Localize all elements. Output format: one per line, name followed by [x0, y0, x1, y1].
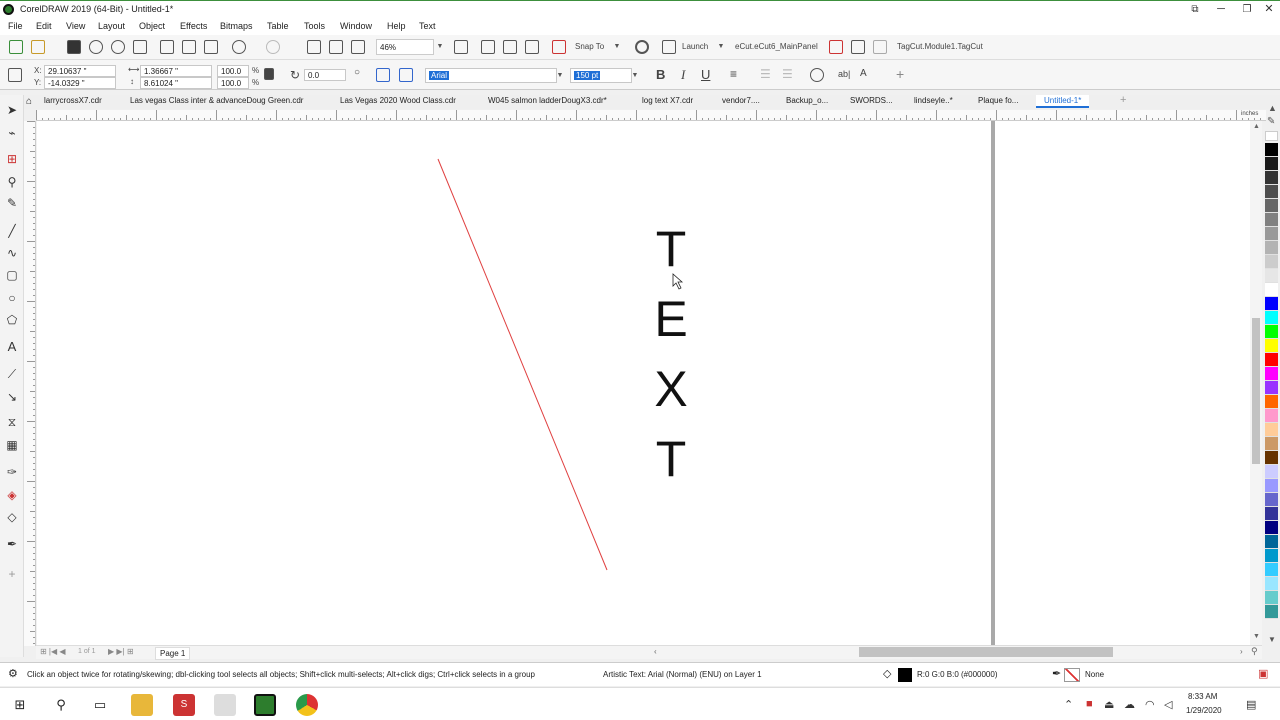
page-first-icon[interactable]: ⊞ |◀ ◀: [40, 647, 66, 656]
palette-swatch[interactable]: [1265, 199, 1278, 213]
palette-swatch[interactable]: [1265, 311, 1278, 325]
palette-swatch[interactable]: [1265, 507, 1278, 521]
outline-pen-icon: ✒: [1052, 668, 1062, 680]
palette-swatch[interactable]: [1265, 535, 1278, 549]
canvas-drawing-layer: [437, 158, 684, 571]
palette-swatch[interactable]: [1265, 283, 1278, 297]
usb-icon[interactable]: ⏏: [1104, 698, 1114, 711]
clock-time[interactable]: 8:33 AM: [1188, 692, 1217, 701]
palette-swatch[interactable]: [1265, 549, 1278, 563]
palette-swatch[interactable]: [1265, 451, 1278, 465]
object-info: Artistic Text: Arial (Normal) (ENU) on L…: [603, 670, 762, 679]
gear-icon[interactable]: ⚙: [8, 667, 18, 680]
palette-swatch[interactable]: [1265, 493, 1278, 507]
color-proof-icon[interactable]: ▣: [1258, 667, 1268, 680]
coreldraw-taskbar-icon[interactable]: [254, 694, 276, 716]
page-tab[interactable]: Page 1: [155, 647, 191, 660]
scroll-up-icon[interactable]: ▲: [1253, 123, 1260, 130]
palette-swatch[interactable]: [1265, 297, 1278, 311]
page-border-right: [991, 121, 995, 645]
palette-swatch[interactable]: [1265, 213, 1278, 227]
palette-swatch[interactable]: [1265, 269, 1278, 283]
fill-color-swatch[interactable]: [898, 668, 912, 682]
color-eyedropper-icon[interactable]: ✎: [1267, 116, 1275, 127]
navigator-icon[interactable]: ⚲: [1251, 646, 1258, 657]
palette-swatch[interactable]: [1265, 605, 1278, 619]
palette-swatch[interactable]: [1265, 367, 1278, 381]
notifications-icon[interactable]: ▤: [1246, 698, 1256, 711]
tray-app-icon[interactable]: ■: [1086, 698, 1093, 710]
page-last-icon[interactable]: ▶ ▶| ⊞: [108, 647, 134, 656]
red-diagonal-line[interactable]: [437, 158, 608, 571]
scroll-left-icon[interactable]: ‹: [654, 647, 657, 656]
palette-swatch[interactable]: [1265, 227, 1278, 241]
palette-swatch[interactable]: [1265, 157, 1278, 171]
palette-swatch[interactable]: [1265, 521, 1278, 535]
palette-swatch[interactable]: [1265, 577, 1278, 591]
palette-swatch[interactable]: [1265, 423, 1278, 437]
palette-swatch[interactable]: [1265, 241, 1278, 255]
palette-swatch[interactable]: [1265, 381, 1278, 395]
palette-swatch[interactable]: [1265, 171, 1278, 185]
volume-icon[interactable]: ◁: [1164, 698, 1172, 711]
palette-swatch[interactable]: [1265, 465, 1278, 479]
palette-swatch[interactable]: [1265, 591, 1278, 605]
file-explorer-icon[interactable]: [131, 694, 153, 716]
chrome-icon[interactable]: [296, 694, 318, 716]
color-palette: [1265, 143, 1278, 633]
palette-swatch[interactable]: [1265, 325, 1278, 339]
windows-start-icon[interactable]: ⊞: [9, 694, 31, 716]
page-counter: 1 of 1: [78, 648, 96, 655]
wifi-icon[interactable]: ◠: [1145, 698, 1155, 711]
palette-swatch[interactable]: [1265, 255, 1278, 269]
palette-swatch[interactable]: [1265, 143, 1278, 157]
artistic-text-letter[interactable]: T: [641, 430, 701, 488]
palette-swatch[interactable]: [1265, 563, 1278, 577]
fill-icon: ◇: [883, 668, 892, 680]
palette-swatch[interactable]: [1265, 395, 1278, 409]
clock-date[interactable]: 1/29/2020: [1186, 706, 1222, 715]
show-hidden-icons-icon[interactable]: ⌃: [1064, 698, 1073, 711]
app-icon[interactable]: [214, 694, 236, 716]
onedrive-icon[interactable]: ☁: [1124, 698, 1135, 711]
artistic-text-letter[interactable]: E: [641, 290, 701, 348]
app-icon[interactable]: S: [173, 694, 195, 716]
windows-taskbar: ⊞ ⚲ ▭ S ⌃ ■ ⏏ ☁ ◠ ◁ 8:33 AM 1/29/2020 ▤: [0, 687, 1280, 720]
palette-swatch[interactable]: [1265, 409, 1278, 423]
coreldraw-window: CorelDRAW 2019 (64-Bit) - Untitled-1* ⧉ …: [0, 0, 1280, 720]
outline-value: None: [1085, 670, 1105, 679]
palette-swatch[interactable]: [1265, 339, 1278, 353]
palette-swatch[interactable]: [1265, 353, 1278, 367]
task-view-icon[interactable]: ▭: [89, 694, 111, 716]
status-hint: Click an object twice for rotating/skewi…: [27, 670, 535, 679]
status-bar: ⚙ Click an object twice for rotating/ske…: [0, 662, 1280, 686]
palette-swatch[interactable]: [1265, 479, 1278, 493]
artistic-text-letter[interactable]: T: [641, 220, 701, 278]
palette-swatch[interactable]: [1265, 437, 1278, 451]
search-icon[interactable]: ⚲: [50, 694, 72, 716]
palette-scroll-down-icon[interactable]: ▼: [1268, 635, 1276, 644]
palette-scroll-up-icon[interactable]: ▲: [1268, 103, 1277, 113]
vertical-scroll-thumb[interactable]: [1252, 318, 1260, 464]
scroll-right-icon[interactable]: ›: [1240, 647, 1243, 656]
outline-color-swatch[interactable]: [1064, 668, 1080, 682]
no-color-swatch[interactable]: [1265, 131, 1278, 141]
scroll-down-icon[interactable]: ▼: [1253, 633, 1260, 640]
horizontal-scroll-thumb[interactable]: [859, 647, 1113, 657]
fill-color-value: R:0 G:0 B:0 (#000000): [917, 670, 998, 679]
artistic-text-letter[interactable]: X: [641, 360, 701, 418]
palette-swatch[interactable]: [1265, 185, 1278, 199]
